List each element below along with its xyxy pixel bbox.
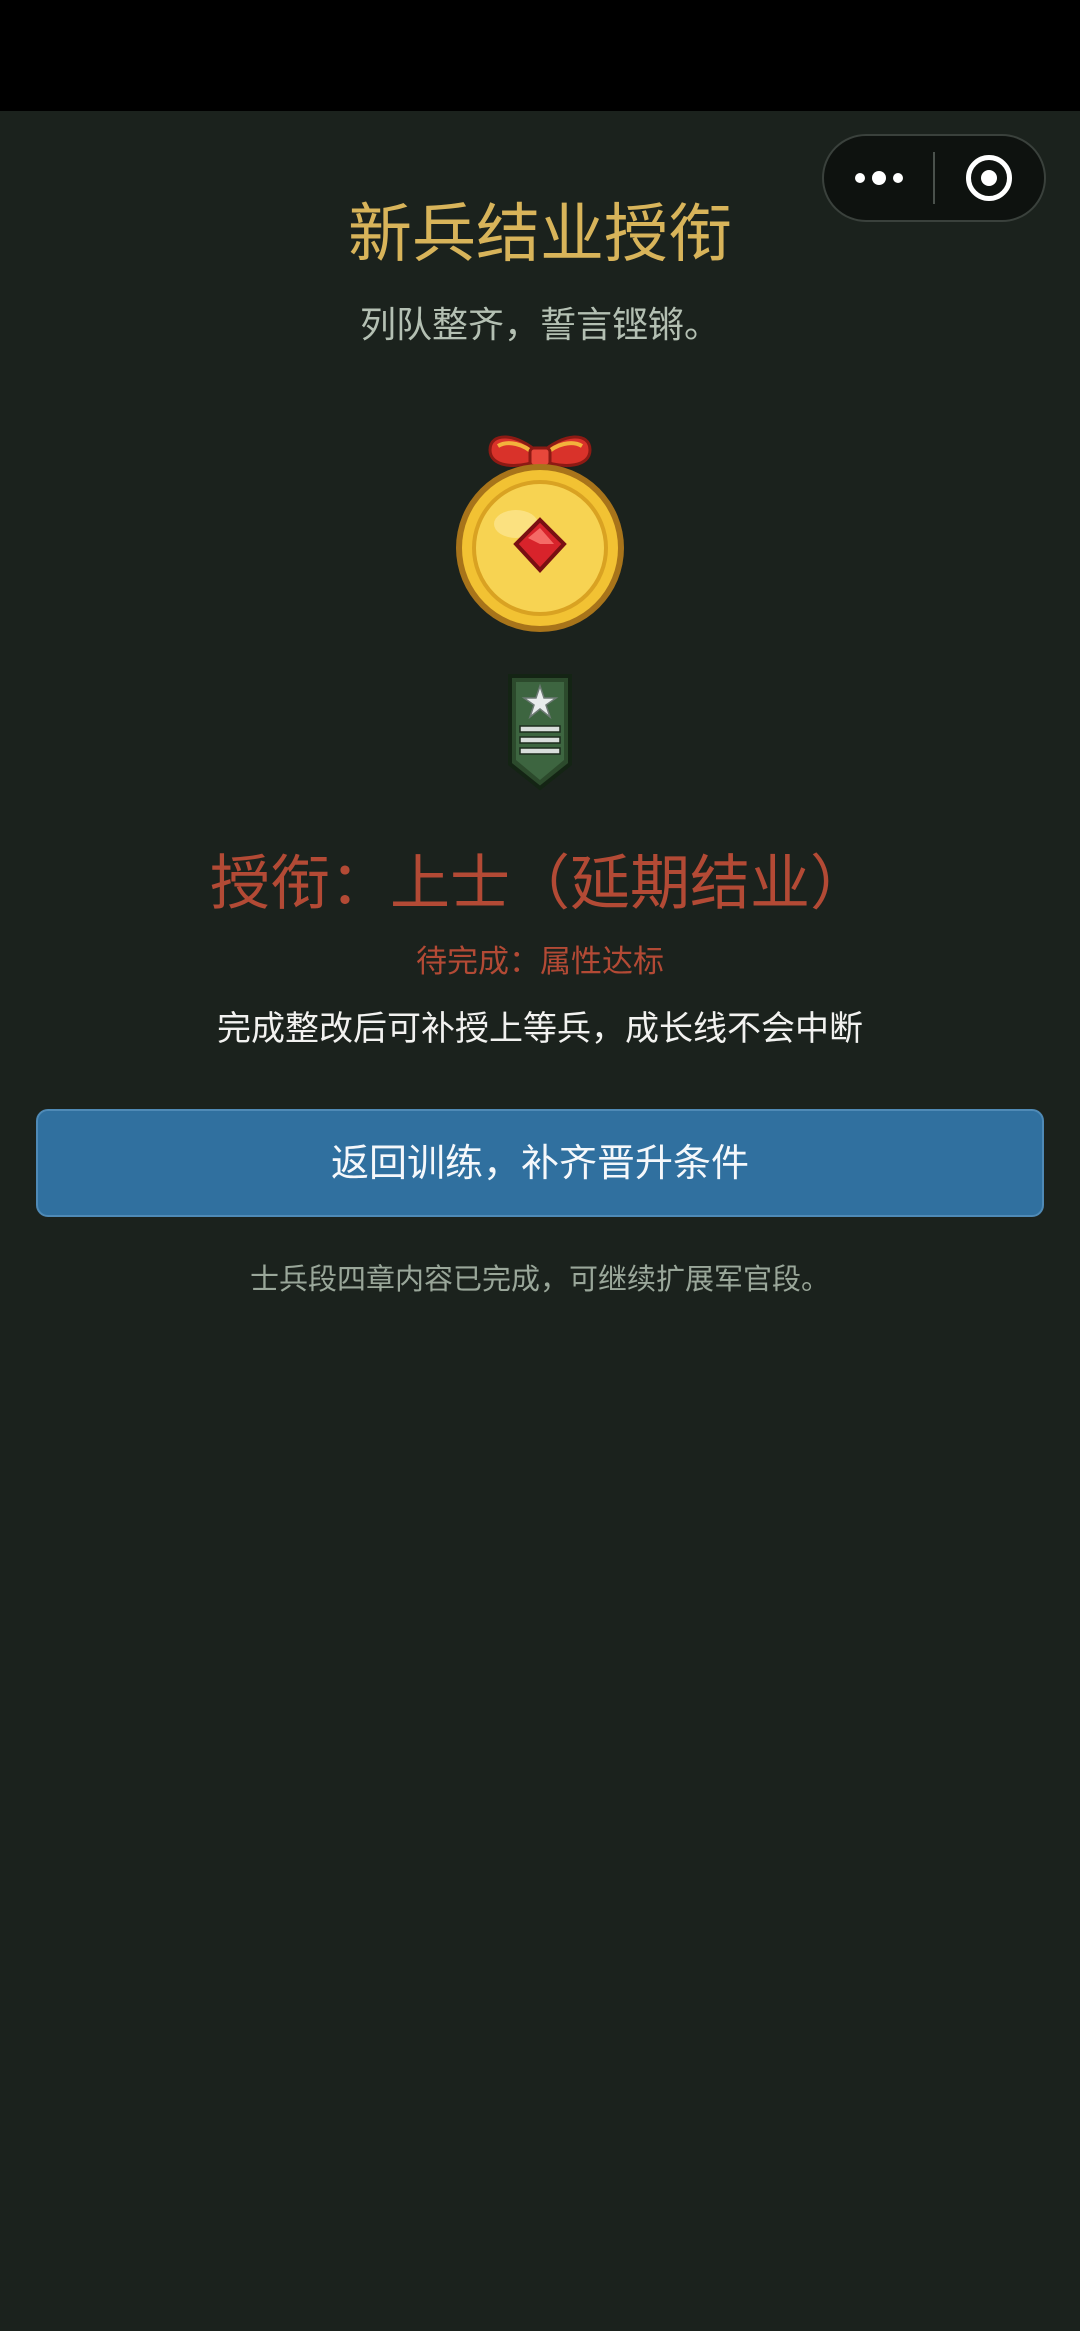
rank-title: 授衔：上士（延期结业） [210,849,870,919]
more-dots-icon [854,171,903,185]
pending-requirement: 待完成：属性达标 [416,944,664,980]
progress-note: 完成整改后可补授上等兵，成长线不会中断 [217,1009,863,1049]
return-to-training-button[interactable]: 返回训练，补齐晋升条件 [36,1109,1044,1217]
footer-note: 士兵段四章内容已完成，可继续扩展军官段。 [249,1262,830,1296]
rank-shoulder-badge-icon [508,674,572,791]
gold-medal-icon [456,435,624,632]
page-subtitle: 列队整齐，誓言铿锵。 [359,305,720,346]
page-title: 新兵结业授衔 [348,198,732,272]
page: 新兵结业授衔 列队整齐，誓言铿锵。 授衔：上士（延期结业） 待完成：属性达标 完… [0,0,1080,2331]
status-bar [0,0,1080,111]
